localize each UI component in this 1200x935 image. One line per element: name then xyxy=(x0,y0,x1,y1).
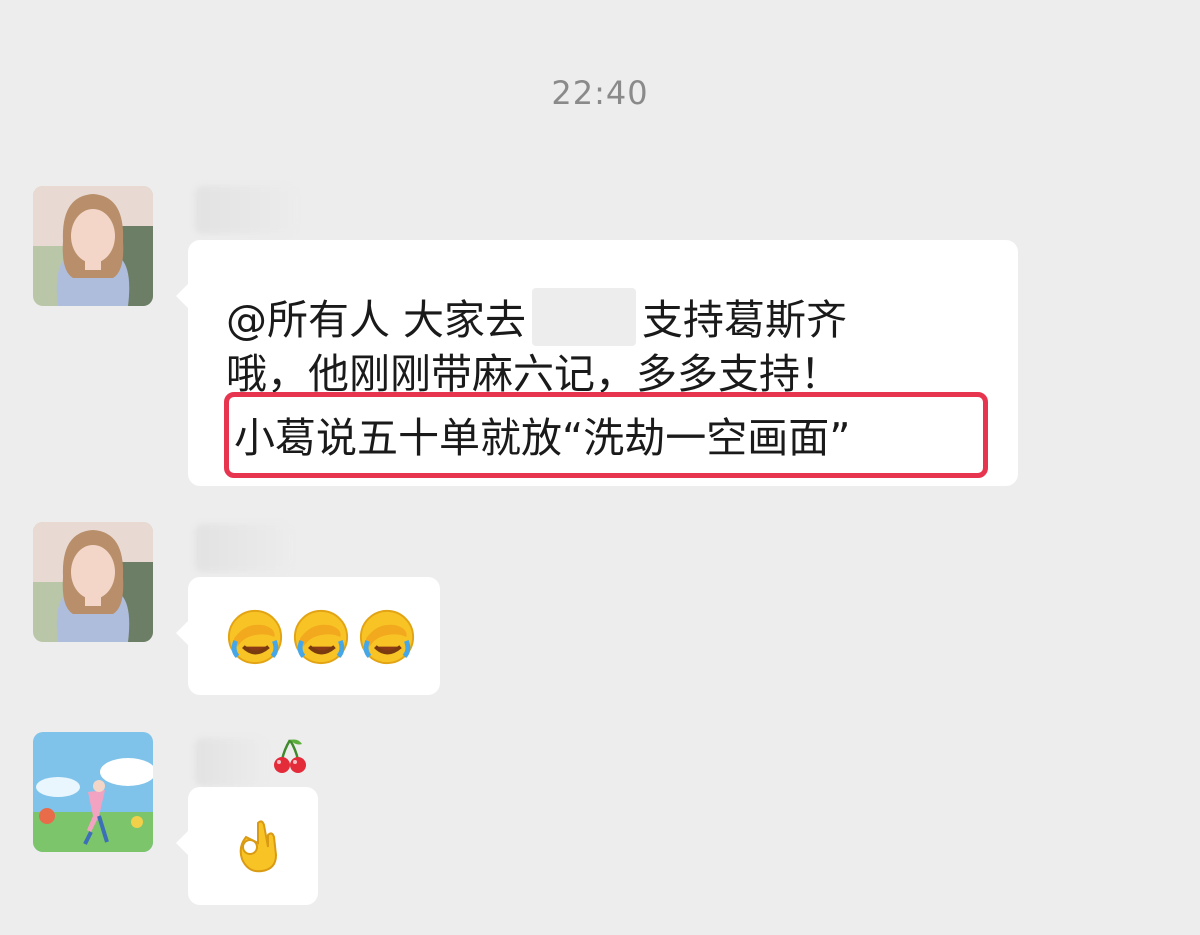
redacted-region xyxy=(532,288,637,346)
ok-hand-emoji xyxy=(230,817,282,875)
sender-name-blurred xyxy=(195,524,290,572)
message-text: @所有人 大家去 xyxy=(226,296,527,344)
avatar-photo-woman xyxy=(33,522,153,642)
message-timestamp: 22:40 xyxy=(551,74,649,112)
message-bubble[interactable] xyxy=(176,577,440,695)
avatar-illustration-landscape xyxy=(33,732,153,852)
cherry-icon xyxy=(270,736,310,776)
facepalm-laugh-emoji xyxy=(293,609,349,665)
facepalm-laugh-emoji xyxy=(359,609,415,665)
sender-name-blurred xyxy=(195,186,295,234)
message-line-2: 哦，他刚刚带麻六记，多多支持！ xyxy=(226,350,841,398)
message-line-1: @所有人 大家去 支持葛斯齐 xyxy=(226,288,847,346)
avatar-photo-woman xyxy=(33,186,153,306)
emoji-row xyxy=(226,608,416,666)
chat-window: 22:40 @所有人 大家去 支持葛斯齐 哦，他刚刚带麻六记，多多支持！ 小葛说五… xyxy=(0,0,1200,935)
sender-avatar[interactable] xyxy=(33,522,153,642)
facepalm-laugh-emoji xyxy=(227,609,283,665)
message-text: 支持葛斯齐 xyxy=(642,296,848,344)
sender-name-blurred xyxy=(195,738,265,786)
sender-avatar[interactable] xyxy=(33,186,153,306)
message-bubble[interactable] xyxy=(176,787,318,905)
sender-avatar[interactable] xyxy=(33,732,153,852)
highlight-annotation-box xyxy=(224,392,988,478)
